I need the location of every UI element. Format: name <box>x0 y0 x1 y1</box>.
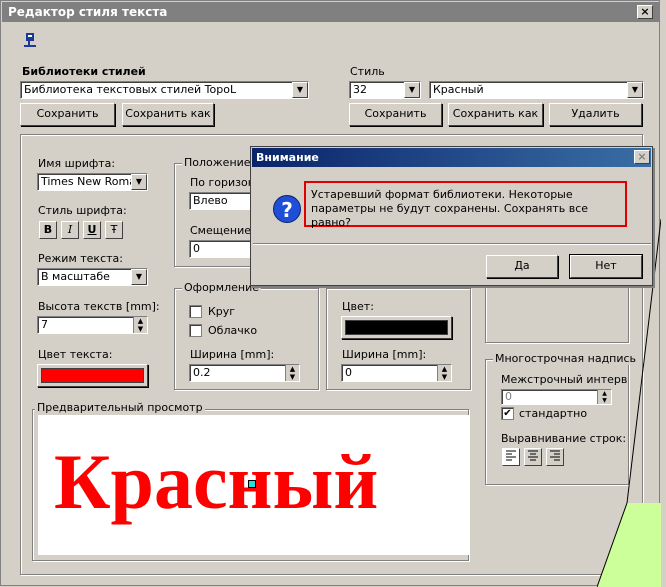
text-mode-dropdown-arrow-icon[interactable]: ▼ <box>131 269 147 285</box>
font-style-label: Стиль шрифта: <box>38 204 127 217</box>
frame-width-spinner-icon[interactable]: ▲ ▼ <box>437 365 451 381</box>
preview-heading: Предварительный просмотр <box>35 401 205 414</box>
text-height-spinner-icon[interactable]: ▲ ▼ <box>133 317 147 333</box>
strikethrough-button[interactable]: Ŧ <box>105 221 123 239</box>
text-mode-label: Режим текста: <box>38 252 123 265</box>
library-select-value: Библиотека текстовых стилей TopoL <box>24 83 237 96</box>
line-spacing-input[interactable]: 0 <box>501 389 612 405</box>
standard-checkbox[interactable]: ✔ <box>501 407 514 420</box>
line-spacing-value: 0 <box>505 390 512 403</box>
question-icon: ? <box>273 195 301 223</box>
text-mode-value: В масштабе <box>41 270 110 283</box>
library-save-as-button[interactable]: Сохранить как <box>122 103 214 126</box>
font-name-label: Имя шрифта: <box>38 157 116 170</box>
tool-icon[interactable] <box>23 32 37 48</box>
style-number-value: 32 <box>353 83 367 96</box>
dialog-yes-button[interactable]: Да <box>486 255 558 278</box>
cloud-label: Облачко <box>208 324 258 337</box>
text-color-button[interactable] <box>37 364 148 387</box>
style-delete-button[interactable]: Удалить <box>549 103 642 126</box>
circle-checkbox[interactable] <box>189 305 202 318</box>
libraries-heading: Библиотеки стилей <box>22 65 146 78</box>
preview-canvas: Красный <box>38 415 469 555</box>
style-name-select[interactable]: Красный <box>429 81 644 99</box>
text-color-label: Цвет текста: <box>38 348 113 361</box>
align-center-icon[interactable] <box>524 448 542 466</box>
offset-value: 0 <box>193 242 200 255</box>
library-save-button[interactable]: Сохранить <box>20 103 115 126</box>
frame-width-input[interactable]: 0 <box>341 364 452 382</box>
frame-width-label: Ширина [mm]: <box>342 348 427 361</box>
circle-label: Круг <box>208 305 236 318</box>
italic-button[interactable]: I <box>61 221 79 239</box>
align-right-icon[interactable] <box>546 448 564 466</box>
library-select[interactable]: Библиотека текстовых стилей TopoL <box>20 81 309 99</box>
window-close-button[interactable]: × <box>637 5 653 19</box>
anchor-handle[interactable] <box>248 480 256 488</box>
frame-color-label: Цвет: <box>342 300 374 313</box>
horizontal-value: Влево <box>193 194 228 207</box>
style-heading: Стиль <box>350 65 385 78</box>
frame-color-button[interactable] <box>341 316 452 339</box>
window-title: Редактор стиля текста <box>2 2 660 22</box>
warning-dialog: Внимание × ? Устаревший формат библиотек… <box>250 146 653 286</box>
decoration-width-label: Ширина [mm]: <box>190 348 275 361</box>
decoration-width-spinner-icon[interactable]: ▲ ▼ <box>285 365 299 381</box>
text-height-input[interactable]: 7 <box>37 316 148 334</box>
text-height-value: 7 <box>41 318 48 331</box>
dialog-divider <box>253 243 651 245</box>
underline-button[interactable]: U <box>83 221 101 239</box>
text-height-label: Высота текств [mm]: <box>38 300 160 313</box>
frame-color-swatch <box>345 320 448 335</box>
style-name-value: Красный <box>433 83 484 96</box>
style-save-as-button[interactable]: Сохранить как <box>448 103 543 126</box>
library-dropdown-arrow-icon[interactable]: ▼ <box>292 82 308 98</box>
style-name-dropdown-arrow-icon[interactable]: ▼ <box>627 82 643 98</box>
offset-label: Смещение [ <box>190 224 259 237</box>
horizontal-select[interactable]: Влево <box>189 192 253 210</box>
cloud-checkbox[interactable] <box>189 324 202 337</box>
font-name-value: Times New Roman <box>41 175 143 188</box>
dialog-close-icon[interactable]: × <box>634 150 650 164</box>
dialog-no-button[interactable]: Нет <box>569 254 643 279</box>
style-number-dropdown-arrow-icon[interactable]: ▼ <box>404 82 420 98</box>
style-save-button[interactable]: Сохранить <box>349 103 442 126</box>
offset-input[interactable]: 0 <box>189 240 253 258</box>
style-editor-window: Редактор стиля текста × Библиотеки стиле… <box>0 0 661 587</box>
frame-width-value: 0 <box>345 366 352 379</box>
message-highlight: Устаревший формат библиотеки. Некоторые … <box>304 181 627 229</box>
align-left-icon[interactable] <box>502 448 520 466</box>
standard-label: стандартно <box>519 407 588 420</box>
bold-button[interactable]: B <box>39 221 57 239</box>
preview-text: Красный <box>54 438 379 525</box>
decoration-width-value: 0.2 <box>193 366 211 379</box>
font-name-dropdown-arrow-icon[interactable]: ▼ <box>131 174 147 190</box>
dialog-title: Внимание <box>252 148 651 167</box>
decoration-width-input[interactable]: 0.2 <box>189 364 300 382</box>
text-color-swatch <box>41 368 144 383</box>
dialog-message: Устаревший формат библиотеки. Некоторые … <box>311 188 589 229</box>
